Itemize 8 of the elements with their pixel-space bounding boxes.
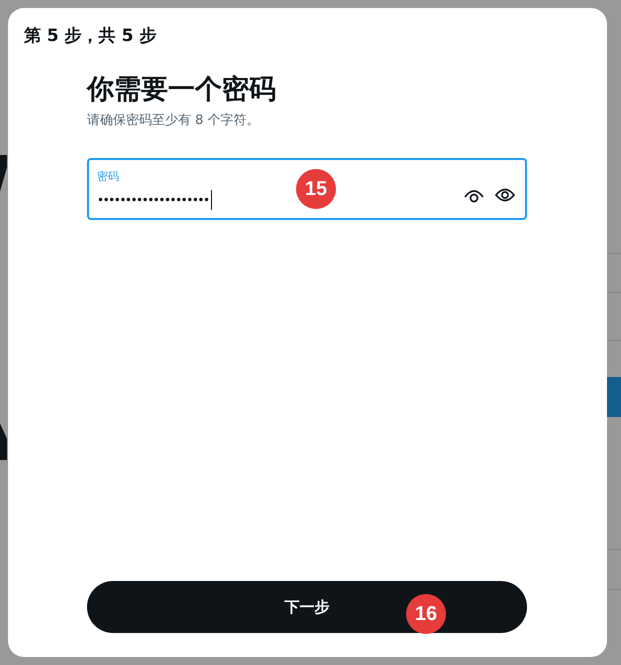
text-caret xyxy=(210,190,212,210)
dialog-title: 你需要一个密码 xyxy=(87,73,276,107)
dialog-subtitle: 请确保密码至少有 8 个字符。 xyxy=(87,112,260,129)
eye-icon[interactable] xyxy=(494,187,516,203)
password-field[interactable]: 密码 •••••••••••••••••••• 15 xyxy=(87,158,527,220)
step-marker: 15 xyxy=(296,169,336,209)
step-indicator: 第 5 步，共 5 步 xyxy=(24,25,156,47)
eye-closed-icon[interactable] xyxy=(463,187,485,203)
